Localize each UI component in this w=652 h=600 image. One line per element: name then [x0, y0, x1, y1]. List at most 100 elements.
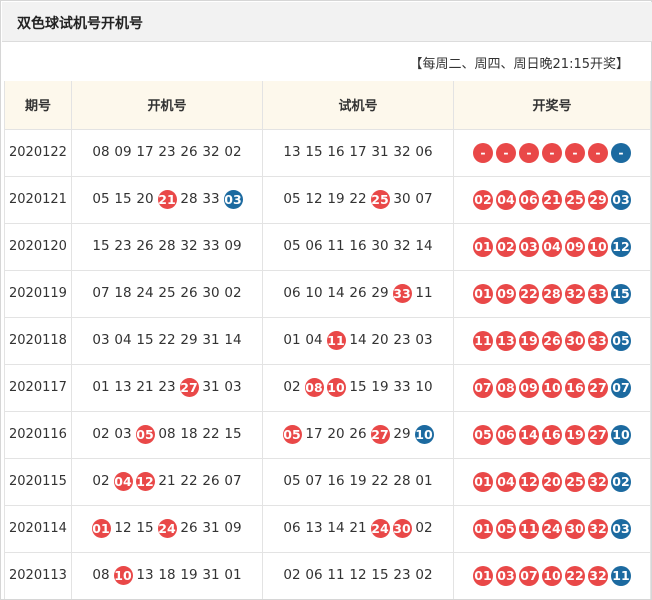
- issue-cell: 2020115: [4, 457, 72, 505]
- table-row: 2020118 03 04 15 22 29 31 14 01 04 11 14 20 23 03 11 13 1…: [4, 316, 651, 364]
- shiji-number: 15: [305, 144, 323, 160]
- issue-cell: 2020114: [4, 504, 72, 552]
- red-ball: 10: [588, 236, 608, 257]
- red-ball: 01: [473, 471, 493, 492]
- kaiji-number: 26: [136, 238, 154, 254]
- shiji-number: 30: [393, 191, 411, 207]
- shiji-number: 30: [371, 238, 389, 254]
- red-ball: -: [588, 142, 608, 163]
- kaiji-cell: 01 13 21 23 27 31 03: [71, 363, 263, 411]
- red-ball: 32: [588, 471, 608, 492]
- shiji-number: 14: [327, 520, 345, 536]
- shiji-number: 33: [392, 284, 412, 303]
- shiji-number: 11: [415, 285, 433, 301]
- red-ball: 19: [565, 424, 585, 445]
- red-ball: 01: [473, 283, 493, 304]
- kaiji-number: 15: [136, 520, 154, 536]
- kaiji-number: 21: [157, 190, 177, 209]
- shiji-number: 33: [393, 379, 411, 395]
- kaiji-number: 24: [136, 285, 154, 301]
- draw-cell: 01 05 11 24 30 32 03: [453, 504, 651, 552]
- kaiji-number: 15: [136, 332, 154, 348]
- red-ball: 19: [519, 330, 539, 351]
- shiji-number: 05: [283, 473, 301, 489]
- red-ball: 06: [496, 424, 516, 445]
- red-ball: 16: [565, 377, 585, 398]
- kaiji-number: 32: [180, 238, 198, 254]
- kaiji-number: 33: [202, 191, 220, 207]
- results-table: 期号 开机号 试机号 开奖号 2020122 08 09 17 23 26 32 02 13 15…: [4, 81, 651, 599]
- blue-ball: 15: [611, 283, 631, 304]
- kaiji-number: 22: [158, 332, 176, 348]
- shiji-number: 10: [305, 285, 323, 301]
- red-ball: 07: [473, 377, 493, 398]
- header-draw: 开奖号: [453, 81, 651, 129]
- shiji-number: 26: [349, 426, 367, 442]
- kaiji-number: 21: [136, 379, 154, 395]
- issue-cell: 2020117: [4, 363, 72, 411]
- kaiji-number: 26: [180, 285, 198, 301]
- kaiji-number: 18: [158, 567, 176, 584]
- shiji-number: 07: [415, 191, 433, 207]
- red-ball: 22: [565, 565, 585, 586]
- issue-cell: 2020118: [4, 316, 72, 364]
- kaiji-number: 03: [92, 332, 110, 348]
- kaiji-number: 08: [158, 426, 176, 442]
- red-ball: -: [519, 142, 539, 163]
- shiji-cell: 05 17 20 26 27 29 10: [262, 410, 454, 458]
- draw-cell: -------: [453, 128, 651, 176]
- shiji-number: 32: [393, 144, 411, 160]
- shiji-cell: 02 08 10 15 19 33 10: [262, 363, 454, 411]
- red-ball: 24: [542, 518, 562, 539]
- kaiji-number: 31: [202, 332, 220, 348]
- red-ball: 09: [565, 236, 585, 257]
- shiji-cell: 05 12 19 22 25 30 07: [262, 175, 454, 223]
- red-ball: 27: [588, 377, 608, 398]
- kaiji-number: 17: [136, 144, 154, 160]
- header-shiji: 试机号: [262, 81, 454, 129]
- red-ball: 10: [542, 377, 562, 398]
- page-title: 双色球试机号开机号: [17, 16, 143, 32]
- blue-ball: 07: [611, 377, 631, 398]
- shiji-number: 02: [415, 567, 433, 584]
- draw-cell: 01 03 07 10 22 32 11: [453, 551, 651, 599]
- red-ball: 11: [473, 330, 493, 351]
- red-ball: 03: [519, 236, 539, 257]
- shiji-number: 22: [349, 191, 367, 207]
- header-kaiji: 开机号: [71, 81, 263, 129]
- red-ball: 02: [473, 189, 493, 210]
- kaiji-cell: 08 09 17 23 26 32 02: [71, 128, 263, 176]
- shiji-number: 14: [327, 285, 345, 301]
- kaiji-number: 03: [114, 426, 132, 442]
- kaiji-number: 08: [92, 567, 110, 584]
- red-ball: 30: [565, 330, 585, 351]
- kaiji-number: 33: [202, 238, 220, 254]
- red-ball: 01: [473, 518, 493, 539]
- panel-header: 双色球试机号开机号: [2, 2, 652, 42]
- kaiji-number: 03: [224, 379, 242, 395]
- draw-cell: 05 06 14 16 19 27 10: [453, 410, 651, 458]
- red-ball: 05: [496, 518, 516, 539]
- kaiji-number: 14: [224, 332, 242, 348]
- red-ball: 33: [588, 283, 608, 304]
- kaiji-number: 20: [136, 191, 154, 207]
- table-row: 2020115 02 04 12 21 22 26 07 05 07 16 19 22 28 01 01 04 1…: [4, 457, 651, 505]
- blue-ball: 10: [611, 424, 631, 445]
- red-ball: 04: [542, 236, 562, 257]
- draw-cell: 01 09 22 28 32 33 15: [453, 269, 651, 317]
- kaiji-number: 05: [135, 425, 155, 444]
- red-ball: 02: [496, 236, 516, 257]
- kaiji-number: 21: [158, 473, 176, 489]
- kaiji-number: 12: [135, 472, 155, 491]
- red-ball: 25: [565, 471, 585, 492]
- table-row: 2020120 15 23 26 28 32 33 09 05 06 11 16 30 32 14 01 02 0…: [4, 222, 651, 270]
- shiji-number: 06: [283, 285, 301, 301]
- kaiji-number: 27: [179, 378, 199, 397]
- lottery-panel: 双色球试机号开机号 【每周二、周四、周日晚21:15开奖】 期号 开机号 试机号…: [0, 0, 652, 600]
- shiji-number: 20: [327, 426, 345, 442]
- shiji-number: 12: [349, 567, 367, 584]
- kaiji-number: 15: [224, 426, 242, 442]
- kaiji-number: 29: [180, 332, 198, 348]
- shiji-cell: 01 04 11 14 20 23 03: [262, 316, 454, 364]
- shiji-number: 13: [305, 520, 323, 536]
